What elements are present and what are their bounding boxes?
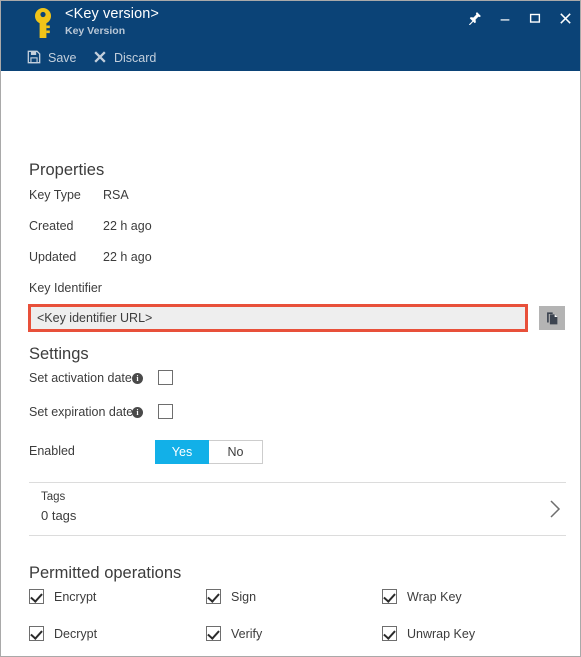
enabled-toggle-no[interactable]: No	[209, 440, 263, 464]
operation-label: Encrypt	[54, 589, 97, 604]
save-label: Save	[48, 51, 77, 65]
operation-checkbox[interactable]	[382, 626, 397, 641]
minimize-icon[interactable]	[490, 3, 520, 33]
operation-checkbox[interactable]	[29, 589, 44, 604]
operation-checkbox[interactable]	[206, 626, 221, 641]
operation-label: Decrypt	[54, 626, 98, 641]
operation-checkbox[interactable]	[382, 589, 397, 604]
created-value: 22 h ago	[103, 219, 152, 233]
operation-checkbox[interactable]	[29, 626, 44, 641]
operation-label: Sign	[231, 589, 257, 604]
operation-unwrap-key[interactable]: Unwrap Key	[382, 626, 475, 641]
key-icon	[31, 7, 55, 39]
activation-date-label: Set activation date.	[29, 371, 136, 385]
enabled-label: Enabled	[29, 444, 75, 458]
key-identifier-field-highlight	[28, 304, 528, 332]
save-floppy-icon	[27, 50, 41, 67]
window-subtitle: Key Version	[65, 25, 126, 37]
title-bar: <Key version> Key Version	[1, 1, 580, 45]
permitted-operations-heading: Permitted operations	[29, 564, 182, 582]
key-type-label: Key Type	[29, 188, 81, 202]
title-block: <Key version> Key Version	[65, 6, 159, 38]
key-identifier-input[interactable]	[31, 307, 525, 329]
created-label: Created	[29, 219, 74, 233]
pin-icon[interactable]	[460, 3, 490, 33]
copy-icon[interactable]	[539, 306, 565, 330]
settings-heading: Settings	[29, 345, 89, 363]
key-version-window: <Key version> Key Version Save Discard P…	[0, 0, 581, 657]
window-controls	[460, 1, 580, 35]
operation-label: Verify	[231, 626, 263, 641]
operation-sign[interactable]: Sign	[206, 589, 256, 604]
window-title: <Key version>	[65, 6, 159, 22]
tags-divider-bottom	[29, 535, 566, 536]
save-button[interactable]: Save	[27, 45, 77, 71]
operation-encrypt[interactable]: Encrypt	[29, 589, 96, 604]
updated-value: 22 h ago	[103, 250, 152, 264]
expiration-date-label: Set expiration date.	[29, 405, 137, 419]
tags-count: 0 tags	[41, 508, 77, 523]
operation-wrap-key[interactable]: Wrap Key	[382, 589, 462, 604]
close-icon[interactable]	[550, 3, 580, 33]
key-type-value: RSA	[103, 188, 129, 202]
enabled-toggle[interactable]: Yes No	[155, 440, 263, 464]
operation-decrypt[interactable]: Decrypt	[29, 626, 97, 641]
operation-label: Wrap Key	[407, 589, 462, 604]
properties-heading: Properties	[29, 161, 105, 179]
info-icon[interactable]: i	[132, 373, 143, 384]
command-bar: Save Discard	[1, 45, 580, 71]
maximize-icon[interactable]	[520, 3, 550, 33]
operation-label: Unwrap Key	[407, 626, 476, 641]
tags-row[interactable]: Tags 0 tags	[29, 483, 566, 535]
chevron-right-icon	[548, 499, 562, 519]
discard-button[interactable]: Discard	[93, 45, 156, 71]
expiration-date-checkbox[interactable]	[158, 404, 173, 419]
content-area: Properties Key Type RSA Created 22 h ago…	[1, 71, 580, 656]
operation-verify[interactable]: Verify	[206, 626, 262, 641]
enabled-toggle-yes[interactable]: Yes	[155, 440, 209, 464]
key-identifier-label: Key Identifier	[29, 281, 102, 295]
discard-x-icon	[93, 50, 107, 67]
operation-checkbox[interactable]	[206, 589, 221, 604]
tags-label: Tags	[41, 491, 66, 503]
activation-date-checkbox[interactable]	[158, 370, 173, 385]
info-icon[interactable]: i	[132, 407, 143, 418]
discard-label: Discard	[114, 51, 157, 65]
updated-label: Updated	[29, 250, 77, 264]
